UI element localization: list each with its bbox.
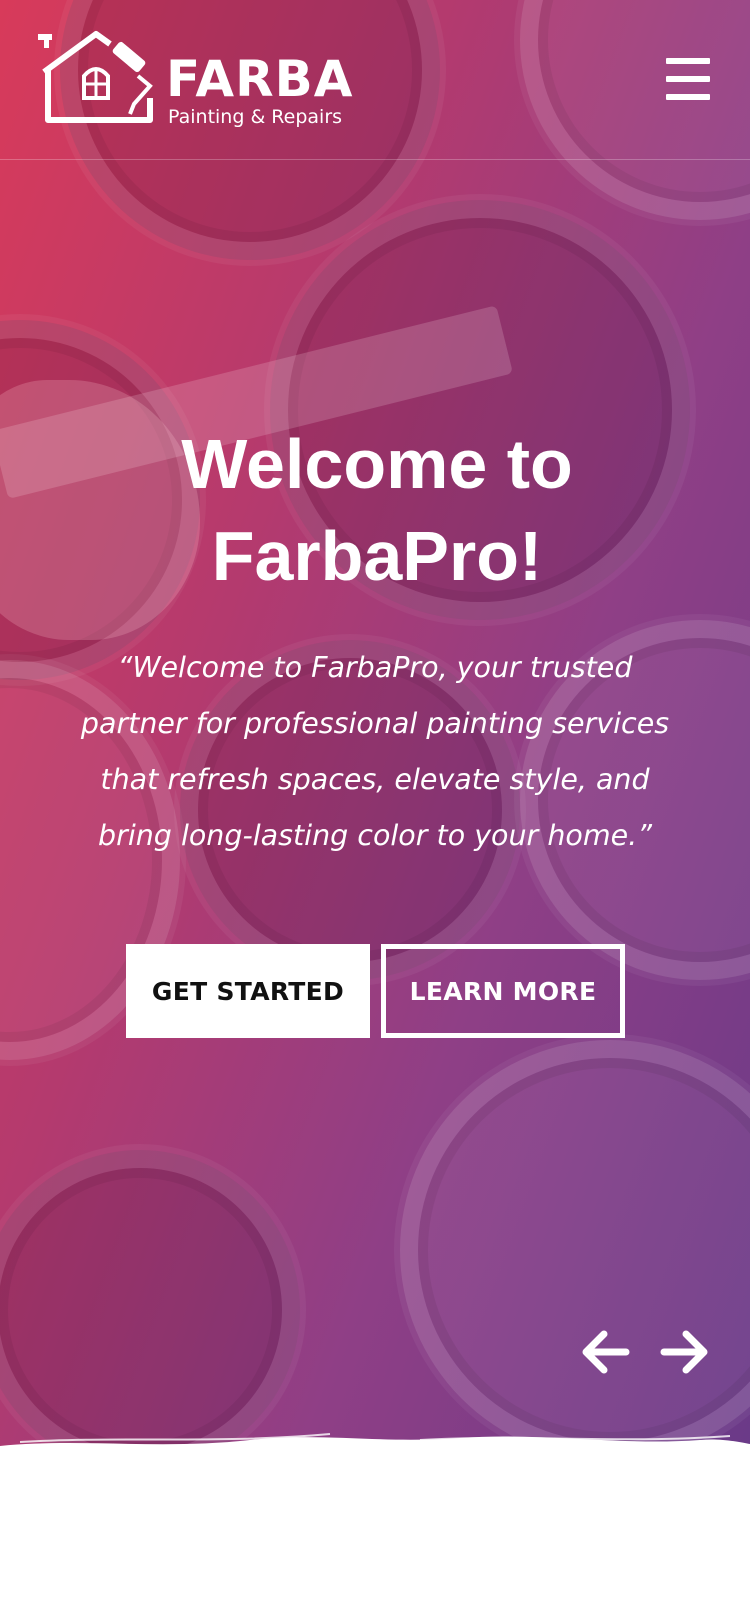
- menu-bar: [666, 94, 710, 100]
- learn-more-button[interactable]: LEARN MORE: [381, 944, 625, 1038]
- hero-title-line: Welcome to: [181, 425, 573, 503]
- hero-title: Welcome to FarbaPro!: [0, 418, 750, 602]
- paint-can-image: [0, 1150, 300, 1460]
- menu-bar: [666, 58, 710, 64]
- hero-section: FARBA Painting & Repairs Welcome to Farb…: [0, 0, 750, 1460]
- paint-can-image: [400, 1040, 750, 1460]
- brush-stroke-divider: [0, 1433, 750, 1480]
- hamburger-menu-icon[interactable]: [666, 58, 710, 100]
- hero-quote-line: that refresh spaces, elevate style, and: [100, 763, 650, 796]
- arrow-left-icon[interactable]: [580, 1328, 630, 1376]
- arrow-right-icon[interactable]: [660, 1328, 710, 1376]
- get-started-button[interactable]: GET STARTED: [126, 944, 370, 1038]
- house-roller-icon: [38, 31, 153, 123]
- hero-title-line: FarbaPro!: [211, 517, 543, 595]
- brand-tagline: Painting & Repairs: [168, 106, 343, 128]
- site-logo[interactable]: FARBA Painting & Repairs: [38, 28, 378, 132]
- hero-quote-line: partner for professional painting servic…: [80, 707, 670, 740]
- menu-bar: [666, 76, 710, 82]
- site-header: FARBA Painting & Repairs: [0, 0, 750, 160]
- hero-quote: “Welcome to FarbaPro, your trusted partn…: [70, 640, 680, 864]
- hero-quote-line: “Welcome to FarbaPro, your trusted: [117, 651, 633, 684]
- hero-quote-line: bring long-lasting color to your home.”: [98, 819, 652, 852]
- brand-name: FARBA: [166, 50, 354, 108]
